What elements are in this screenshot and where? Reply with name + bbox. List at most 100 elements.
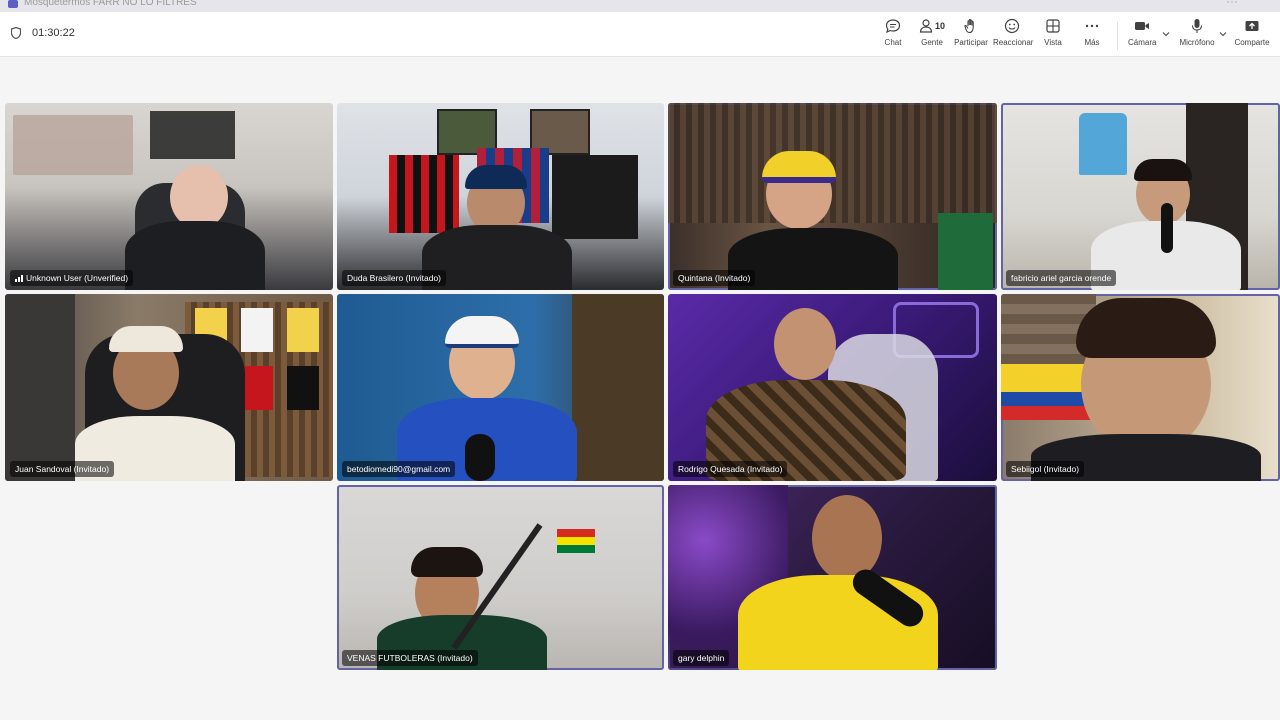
participant-name: Juan Sandoval (Invitado) <box>15 464 110 474</box>
grid-view-icon <box>1046 19 1060 33</box>
participant-name: Duda Brasilero (Invitado) <box>347 273 442 283</box>
microphone-options-chevron-down-icon[interactable] <box>1219 30 1227 38</box>
participant-tile[interactable]: Duda Brasilero (Invitado) <box>337 103 664 290</box>
hair <box>1076 298 1216 358</box>
participant-name-label: Juan Sandoval (Invitado) <box>10 461 115 477</box>
people-count: 10 <box>935 21 946 31</box>
wood-slat-wall <box>668 103 997 223</box>
share-screen-icon <box>1245 21 1259 31</box>
hair <box>1134 159 1192 181</box>
chat-label: Chat <box>884 38 902 47</box>
participant-name: gary delphin <box>678 653 725 663</box>
participant-name-label: VENAS FUTBOLERAS (Invitado) <box>342 650 478 666</box>
meeting-toolbar: 01:30:22 Chat 10 Gente Participar Reacci… <box>0 12 1280 57</box>
participant-name: Unknown User (Unverified) <box>26 273 129 283</box>
microphone-label: Micrófono <box>1179 38 1215 47</box>
participant-name: Rodrigo Quesada (Invitado) <box>678 464 783 474</box>
view-label: Vista <box>1044 38 1062 47</box>
participant-name-label: betodiomedi90@gmail.com <box>342 461 456 477</box>
view-button[interactable]: Vista <box>1040 18 1066 54</box>
react-button[interactable]: Reaccionar <box>993 18 1034 54</box>
person-body <box>125 221 265 290</box>
neon-logo <box>477 491 587 519</box>
microphone-icon <box>1191 19 1203 33</box>
person-head <box>812 495 882 581</box>
hair <box>411 547 483 577</box>
jersey-red-black <box>389 155 459 233</box>
participant-tile[interactable]: Sebiigol (Invitado) <box>1001 294 1280 481</box>
framed-jersey-white <box>241 308 273 352</box>
title-bar: Mosquetermos FARR NO LO FILTRES ··· <box>0 0 1280 12</box>
participant-name-label: gary delphin <box>673 650 730 666</box>
toolbar-divider <box>1117 22 1118 50</box>
ellipsis-icon <box>1085 24 1099 28</box>
cap <box>762 151 836 183</box>
participant-name: betodiomedi90@gmail.com <box>347 464 451 474</box>
microphone <box>1161 203 1173 253</box>
camera-button[interactable]: Cámara <box>1128 18 1156 54</box>
people-label: Gente <box>921 38 943 47</box>
participant-name-label: Sebiigol (Invitado) <box>1006 461 1085 477</box>
flag-red-stripe <box>1001 406 1096 420</box>
participant-name-label: Quintana (Invitado) <box>673 270 756 286</box>
react-label: Reaccionar <box>993 38 1034 47</box>
flag-red-stripe <box>557 529 595 537</box>
participant-tile[interactable]: betodiomedi90@gmail.com <box>337 294 664 481</box>
camera-label: Cámara <box>1128 38 1157 47</box>
participant-name: Sebiigol (Invitado) <box>1011 464 1080 474</box>
people-button[interactable]: 10 Gente <box>916 18 948 54</box>
wall-posters <box>13 115 133 175</box>
shield-icon <box>11 27 21 39</box>
participant-tile[interactable]: gary delphin <box>668 485 997 670</box>
microphone-button[interactable]: Micrófono <box>1178 18 1216 54</box>
share-label: Comparte <box>1234 38 1270 47</box>
framed-poster <box>938 213 993 290</box>
raise-hand-label: Participar <box>954 38 988 47</box>
framed-jersey-yellow <box>287 308 319 352</box>
jersey-frames <box>150 111 235 159</box>
cap <box>109 326 183 352</box>
person-head <box>170 165 228 229</box>
window-more-icon[interactable]: ··· <box>1226 0 1238 8</box>
people-icon <box>919 19 933 33</box>
door <box>572 294 664 481</box>
participant-name-label: Duda Brasilero (Invitado) <box>342 270 447 286</box>
participant-tile[interactable]: Juan Sandoval (Invitado) <box>5 294 333 481</box>
flag-green-stripe <box>557 545 595 553</box>
participant-name-label: Unknown User (Unverified) <box>10 270 134 286</box>
participant-tile[interactable]: VENAS FUTBOLERAS (Invitado) <box>337 485 664 670</box>
video-camera-icon <box>1135 22 1149 30</box>
participant-name-label: fabricio ariel garcia orende <box>1006 270 1117 286</box>
participant-tile[interactable]: Unknown User (Unverified) <box>5 103 333 290</box>
cap <box>445 316 519 348</box>
meeting-timer: 01:30:22 <box>32 27 75 39</box>
chat-icon <box>885 19 901 34</box>
participant-tile[interactable]: Quintana (Invitado) <box>668 103 997 290</box>
microphone <box>465 434 495 481</box>
share-button[interactable]: Comparte <box>1234 18 1270 54</box>
shelves <box>5 294 75 481</box>
hand-icon <box>964 18 974 34</box>
signal-bars-icon <box>15 275 23 282</box>
more-label: Más <box>1084 38 1100 47</box>
participant-name-label: Rodrigo Quesada (Invitado) <box>673 461 788 477</box>
cap <box>465 165 527 189</box>
participant-name: fabricio ariel garcia orende <box>1011 273 1112 283</box>
framed-jersey-light-blue <box>1079 113 1127 175</box>
more-button[interactable]: Más <box>1080 18 1104 54</box>
participant-tile[interactable]: fabricio ariel garcia orende <box>1001 103 1280 290</box>
window-title: Mosquetermos FARR NO LO FILTRES <box>24 0 197 8</box>
jersey-black <box>552 155 638 239</box>
camera-options-chevron-down-icon[interactable] <box>1162 30 1170 38</box>
framed-jersey-black <box>287 366 319 410</box>
emoji-icon <box>1004 18 1020 34</box>
person-head <box>774 308 836 380</box>
flag-yellow-stripe <box>557 537 595 545</box>
teams-logo-icon <box>8 0 18 8</box>
participant-name: VENAS FUTBOLERAS (Invitado) <box>347 653 473 663</box>
framed-jersey-red <box>241 366 273 410</box>
chat-button[interactable]: Chat <box>880 18 906 54</box>
participant-tile[interactable]: Rodrigo Quesada (Invitado) <box>668 294 997 481</box>
raise-hand-button[interactable]: Participar <box>954 18 988 54</box>
participant-name: Quintana (Invitado) <box>678 273 751 283</box>
